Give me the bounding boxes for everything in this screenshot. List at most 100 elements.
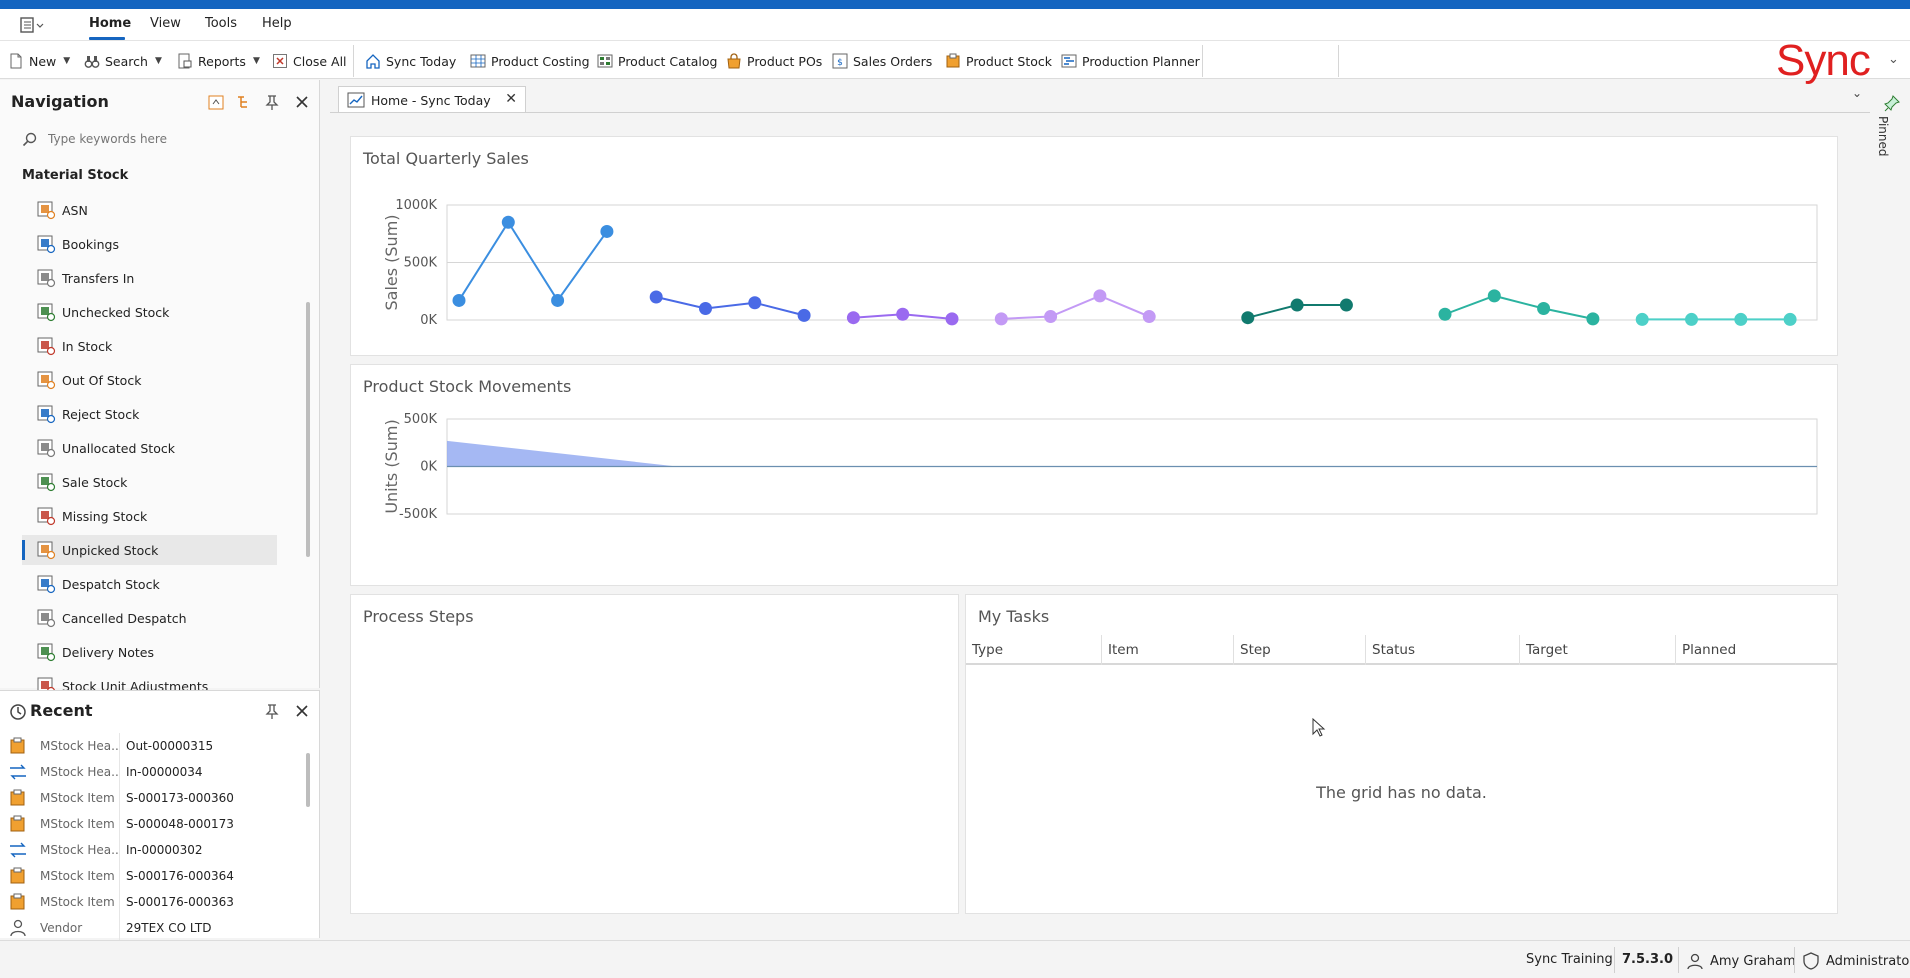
production-planner-button[interactable]: Production Planner <box>1061 50 1200 72</box>
data-point[interactable] <box>551 293 565 307</box>
data-point[interactable] <box>945 312 959 326</box>
nav-item-unallocated-stock[interactable]: Unallocated Stock <box>22 433 277 463</box>
data-point[interactable] <box>846 311 860 325</box>
data-point[interactable] <box>649 290 663 304</box>
tab-home-sync-today[interactable]: Home - Sync Today ✕ <box>338 86 526 113</box>
data-point[interactable] <box>1586 312 1600 326</box>
nav-item-label: Transfers In <box>62 270 135 286</box>
status-user[interactable]: Amy Graham <box>1686 952 1796 970</box>
title-accent-bar <box>0 0 1910 9</box>
menu-view[interactable]: View <box>150 16 181 31</box>
recent-row[interactable]: Vendor 29TEX CO LTD <box>0 915 300 941</box>
pin-icon[interactable] <box>262 701 282 721</box>
nav-item-cancelled-despatch[interactable]: Cancelled Despatch <box>22 603 277 633</box>
nav-item-unpicked-stock[interactable]: Unpicked Stock <box>22 535 277 565</box>
column-header-type[interactable]: Type <box>966 635 1102 665</box>
recent-row[interactable]: MStock Item S-000176-000364 <box>0 863 300 889</box>
nav-item-unchecked-stock[interactable]: Unchecked Stock <box>22 297 277 327</box>
nav-item-in-stock[interactable]: In Stock <box>22 331 277 361</box>
nav-item-sale-stock[interactable]: Sale Stock <box>22 467 277 497</box>
column-header-item[interactable]: Item <box>1102 635 1234 665</box>
nav-item-out-of-stock[interactable]: Out Of Stock <box>22 365 277 395</box>
new-button[interactable]: New ▼ <box>8 50 70 72</box>
menu-help[interactable]: Help <box>262 16 292 31</box>
app-menu-icon[interactable] <box>18 15 48 35</box>
close-all-button[interactable]: Close All <box>272 50 347 72</box>
home-icon <box>366 54 380 69</box>
group-title-material-stock: Material Stock <box>22 168 129 183</box>
data-point[interactable] <box>1044 310 1058 324</box>
column-header-status[interactable]: Status <box>1366 635 1520 665</box>
recent-row[interactable]: MStock Item S-000176-000363 <box>0 889 300 915</box>
pin-icon[interactable] <box>262 92 282 112</box>
menu-home[interactable]: Home <box>89 16 131 31</box>
tab-list-dropdown-icon[interactable]: ⌄ <box>1852 86 1862 100</box>
data-point[interactable] <box>1438 307 1452 321</box>
nav-item-transfers-in[interactable]: Transfers In <box>22 263 277 293</box>
recent-row[interactable]: MStock Item S-000173-000360 <box>0 785 300 811</box>
nav-item-delivery-notes[interactable]: Delivery Notes <box>22 637 277 667</box>
nav-item-reject-stock[interactable]: Reject Stock <box>22 399 277 429</box>
data-point[interactable] <box>748 296 762 310</box>
data-point[interactable] <box>1093 289 1107 303</box>
shopping-bag-icon <box>727 53 741 69</box>
data-point[interactable] <box>1635 312 1649 326</box>
nav-item-despatch-stock[interactable]: Despatch Stock <box>22 569 277 599</box>
data-point[interactable] <box>1290 298 1304 312</box>
close-icon[interactable] <box>292 92 312 112</box>
product-catalog-button[interactable]: Product Catalog <box>597 50 717 72</box>
collapse-up-icon[interactable] <box>206 92 226 112</box>
data-point[interactable] <box>1537 302 1551 315</box>
data-point[interactable] <box>1241 311 1255 325</box>
close-icon[interactable] <box>292 701 312 721</box>
sales-orders-button[interactable]: $ Sales Orders <box>832 50 932 72</box>
data-point[interactable] <box>1142 310 1156 324</box>
nav-item-bookings[interactable]: Bookings <box>22 229 277 259</box>
data-point[interactable] <box>797 308 811 322</box>
column-header-planned[interactable]: Planned <box>1676 635 1837 665</box>
data-point[interactable] <box>1734 312 1748 326</box>
recent-row[interactable]: MStock Item S-000048-000173 <box>0 811 300 837</box>
recent-row-value: Out-00000315 <box>126 739 214 753</box>
status-bar: Sync Training 7.5.3.0 Amy Graham Adminis… <box>0 940 1910 978</box>
data-point[interactable] <box>1339 298 1353 312</box>
column-header-target[interactable]: Target <box>1520 635 1676 665</box>
chevron-down-icon[interactable]: ⌄ <box>1888 52 1899 67</box>
report-icon <box>178 53 192 69</box>
status-user-name: Amy Graham <box>1710 953 1796 969</box>
navigation-search[interactable] <box>22 128 302 150</box>
product-pos-button[interactable]: Product POs <box>726 50 822 72</box>
data-point[interactable] <box>1783 312 1797 326</box>
data-point[interactable] <box>699 302 712 315</box>
recent-row[interactable]: MStock Hea... In-00000034 <box>0 759 300 785</box>
recent-row[interactable]: MStock Hea... Out-00000315 <box>0 733 300 759</box>
menu-tools[interactable]: Tools <box>205 16 237 31</box>
navigation-scrollbar[interactable] <box>306 302 310 557</box>
data-point[interactable] <box>1685 312 1698 326</box>
data-point[interactable] <box>600 224 614 238</box>
nav-item-asn[interactable]: ASN <box>22 195 277 225</box>
recent-scrollbar[interactable] <box>306 753 310 807</box>
pinned-side-tab[interactable]: Pinned <box>1872 94 1910 174</box>
data-point[interactable] <box>994 312 1008 326</box>
sync-today-button[interactable]: Sync Today <box>365 50 456 72</box>
data-point[interactable] <box>501 215 515 229</box>
series-line <box>458 220 608 303</box>
product-costing-button[interactable]: Product Costing <box>470 50 590 72</box>
column-header-step[interactable]: Step <box>1234 635 1366 665</box>
product-stock-button[interactable]: Product Stock <box>945 50 1052 72</box>
close-tab-icon[interactable]: ✕ <box>505 91 517 107</box>
reports-button[interactable]: Reports ▼ <box>177 50 260 72</box>
recent-row[interactable]: MStock Hea... In-00000302 <box>0 837 300 863</box>
data-point[interactable] <box>1487 289 1501 303</box>
nav-item-missing-stock[interactable]: Missing Stock <box>22 501 277 531</box>
tree-view-icon[interactable] <box>234 92 254 112</box>
status-role[interactable]: Administrator <box>1802 952 1910 970</box>
status-role-name: Administrator <box>1826 953 1910 969</box>
data-point[interactable] <box>452 293 466 307</box>
data-point[interactable] <box>896 307 910 321</box>
search-button[interactable]: Search ▼ <box>84 50 162 72</box>
navigation-search-input[interactable] <box>48 132 288 146</box>
recent-row-type: MStock Hea... <box>28 837 120 863</box>
in-stock-icon <box>37 337 56 356</box>
